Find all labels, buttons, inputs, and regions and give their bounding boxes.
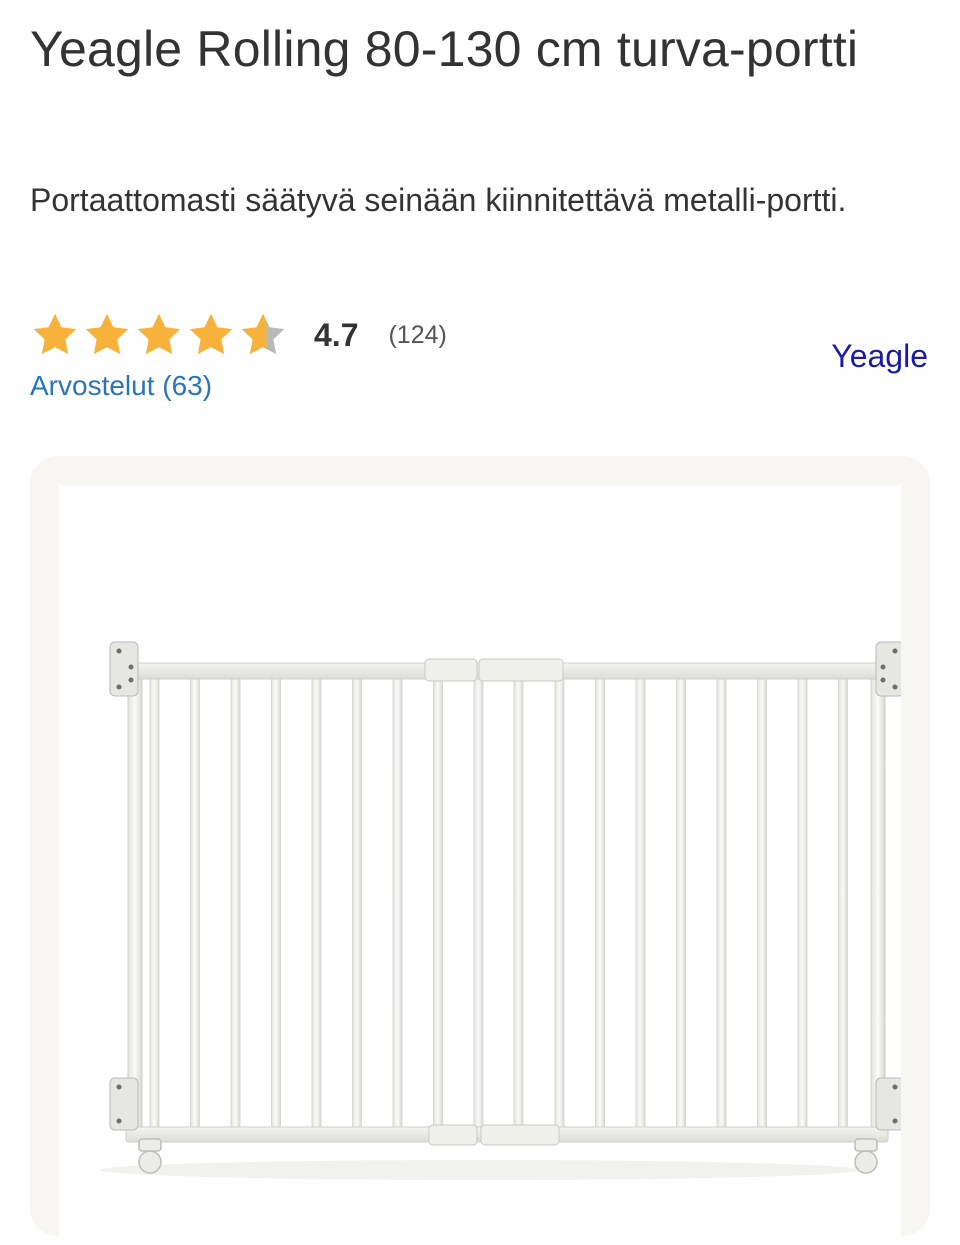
gate-bar	[757, 676, 767, 1130]
rating-count: (124)	[388, 320, 447, 349]
gate-bar	[513, 676, 524, 1130]
product-image-card[interactable]	[30, 456, 930, 1245]
gate-bar	[838, 676, 848, 1130]
reviews-link[interactable]: Arvostelut (63)	[30, 370, 212, 402]
gate-bar	[676, 676, 686, 1130]
star-icon	[189, 313, 233, 355]
product-title: Yeagle Rolling 80-130 cm turva-portti	[30, 21, 859, 77]
gate-bar	[311, 676, 322, 1130]
gate-bar	[433, 676, 443, 1130]
star-icon	[85, 313, 129, 355]
star-icon	[137, 313, 181, 355]
product-description: Portaattomasti säätyvä seinään kiinnitet…	[30, 182, 847, 218]
gate-bar	[635, 676, 646, 1130]
star-rating[interactable]	[30, 310, 288, 360]
safety-gate-illustration	[100, 641, 901, 1180]
product-image[interactable]	[59, 485, 901, 1245]
star-icon	[33, 313, 77, 355]
gate-bar	[716, 676, 727, 1130]
gate-bar	[190, 676, 200, 1130]
gate-bar	[271, 676, 281, 1130]
rating-value: 4.7	[314, 316, 359, 353]
gate-bar	[554, 676, 565, 1130]
gate-bar	[149, 676, 160, 1130]
gate-bar	[230, 676, 241, 1130]
gate-bar	[473, 676, 484, 1130]
gate-bar	[392, 676, 403, 1130]
brand-link[interactable]: Yeagle	[831, 338, 928, 375]
gate-bar	[595, 676, 605, 1130]
rating-row[interactable]: 4.7 (124)	[30, 307, 447, 363]
half-star-icon	[241, 313, 285, 355]
gate-bar	[797, 676, 808, 1130]
gate-bar	[352, 676, 362, 1130]
